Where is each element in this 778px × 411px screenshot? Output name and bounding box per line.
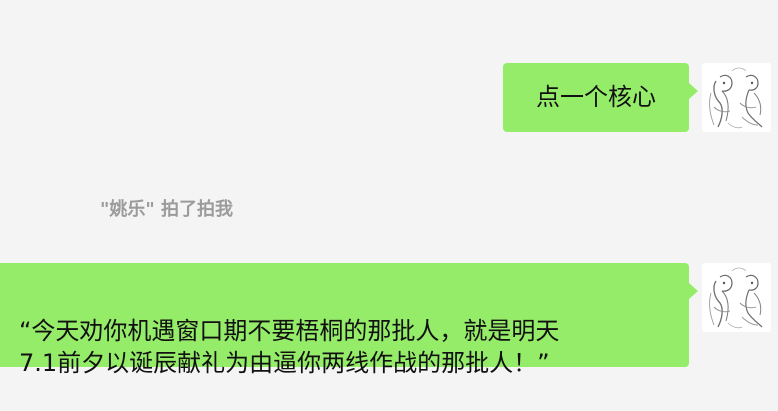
avatar[interactable] xyxy=(702,63,771,132)
avatar-sketch-image xyxy=(702,63,771,132)
message-bubble-1[interactable]: 点一个核心 xyxy=(503,63,698,132)
system-notice-text: "姚乐" 拍了拍我 xyxy=(100,199,234,220)
avatar-sketch-image xyxy=(702,263,771,332)
message-text-1: 点一个核心 xyxy=(536,83,656,111)
message-text-2: “今天劝你机遇窗口期不要梧桐的那批人，就是明天 7.1前夕以诞辰献礼为由逼你两线… xyxy=(19,317,560,377)
system-notice-pat: "姚乐" 拍了拍我 xyxy=(100,198,233,222)
message-bubble-2[interactable]: “今天劝你机遇窗口期不要梧桐的那批人，就是明天 7.1前夕以诞辰献礼为由逼你两线… xyxy=(0,263,698,377)
avatar[interactable] xyxy=(702,263,771,332)
